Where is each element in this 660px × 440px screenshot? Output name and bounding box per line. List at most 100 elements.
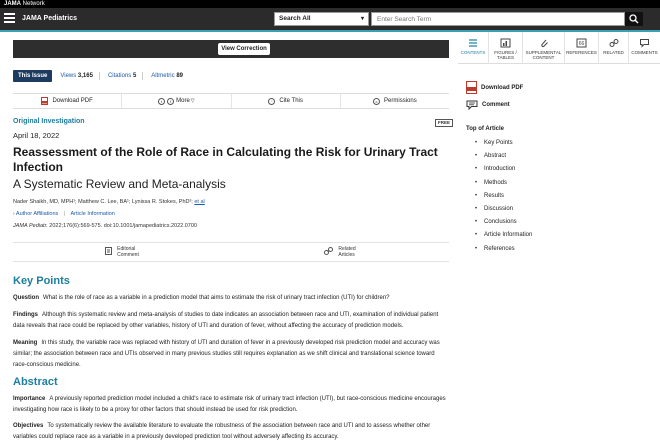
- metrics-row: This Issue Views 3,165 Citations 5 Altme…: [13, 70, 189, 82]
- article-information-link[interactable]: Article Information: [71, 211, 115, 217]
- toc-item-abstract[interactable]: Abstract: [475, 152, 532, 165]
- author-list: Nader Shaikh, MD, MPH¹; Matthew C. Lee, …: [13, 199, 205, 205]
- related-content-row: Editorial Comment Related Articles: [13, 242, 449, 262]
- citation-line: JAMA Pediatr. 2022;176(6):569-575. doi:1…: [13, 223, 197, 229]
- article-toolbar: Download PDF t f More ▽ “ Cite This c Pe…: [13, 93, 449, 109]
- journal-abbrev: JAMA Pediatr.: [13, 223, 48, 229]
- link-icon: [324, 247, 334, 257]
- references-icon: 66: [576, 38, 587, 48]
- separator: |: [63, 211, 66, 217]
- toc-item-key-points[interactable]: Key Points: [475, 139, 532, 152]
- sidebar-download-pdf-button[interactable]: Download PDF: [466, 81, 523, 94]
- more-label: More: [176, 98, 190, 104]
- findings-text: Although this systematic review and meta…: [13, 312, 439, 329]
- correction-banner: View Correction: [13, 40, 449, 58]
- toc-item-conclusions[interactable]: Conclusions: [475, 218, 532, 231]
- free-badge: FREE: [435, 119, 454, 127]
- authors-text: Nader Shaikh, MD, MPH¹; Matthew C. Lee, …: [13, 199, 193, 205]
- citation-details: 2022;176(6):569-575. doi:10.1001/jamaped…: [47, 223, 197, 229]
- key-point-findings: Findings Although this systematic review …: [13, 310, 449, 332]
- views-metric[interactable]: Views 3,165: [60, 72, 100, 80]
- tab-supplemental-content[interactable]: SUPPLEMENTAL CONTENT: [522, 32, 564, 64]
- contents-icon: [469, 39, 477, 47]
- search-scope-select[interactable]: Search All ▾: [274, 12, 369, 26]
- meaning-text: In this study, the variable race was rep…: [13, 340, 440, 368]
- article-title: Reassessment of the Role of Race in Calc…: [13, 145, 438, 174]
- abstract-importance: Importance A previously reported predicti…: [13, 394, 449, 416]
- copyright-icon: c: [373, 97, 381, 105]
- tab-contents[interactable]: CONTENTS: [458, 32, 488, 64]
- sidebar-comment-label: Comment: [482, 102, 510, 108]
- permissions-button[interactable]: c Permissions: [341, 94, 449, 108]
- sidebar-download-pdf-label: Download PDF: [481, 84, 524, 91]
- citations-label: Citations: [107, 73, 132, 79]
- related-articles-link[interactable]: Related Articles: [231, 243, 449, 261]
- comment-icon: [466, 100, 478, 110]
- importance-label: Importance: [13, 396, 46, 402]
- altmetric-value: 89: [176, 73, 183, 79]
- key-point-meaning: Meaning In this study, the variable race …: [13, 338, 449, 371]
- tab-figures-tables[interactable]: FIGURES / TABLES: [488, 32, 522, 64]
- author-affiliations-link[interactable]: Author Affiliations: [16, 211, 58, 217]
- related-icon: [609, 39, 618, 47]
- chevron-right-icon: ›: [13, 211, 15, 217]
- toc-item-references[interactable]: References: [475, 245, 532, 258]
- search-icon: [629, 14, 639, 24]
- toc-item-introduction[interactable]: Introduction: [475, 165, 532, 178]
- network-brand: JAMA: [4, 1, 22, 7]
- search-input[interactable]: [371, 12, 625, 26]
- tab-references[interactable]: 66 REFERENCES: [564, 32, 598, 64]
- quote-icon: “: [268, 97, 276, 105]
- pdf-icon: [41, 97, 49, 105]
- tab-comments[interactable]: COMMENTS: [628, 32, 660, 64]
- affiliations-row: › Author Affiliations | Article Informat…: [13, 211, 115, 217]
- sidebar-comment-button[interactable]: Comment: [466, 100, 510, 110]
- this-issue-tab[interactable]: This Issue: [13, 70, 53, 82]
- search-button[interactable]: [625, 12, 643, 26]
- views-label: Views: [60, 73, 77, 79]
- toc-item-article-information[interactable]: Article Information: [475, 231, 532, 244]
- permissions-label: Permissions: [384, 98, 417, 104]
- tab-figures-label-2: TABLES: [497, 55, 514, 60]
- findings-label: Findings: [13, 312, 38, 318]
- comments-icon: [640, 39, 649, 48]
- network-suffix: Network: [21, 1, 45, 7]
- toc-item-discussion[interactable]: Discussion: [475, 205, 532, 218]
- editorial-comment-link[interactable]: Editorial Comment: [13, 243, 231, 261]
- view-correction-button[interactable]: View Correction: [218, 43, 270, 55]
- document-icon: [105, 247, 113, 257]
- network-bar[interactable]: JAMA Network: [0, 0, 660, 8]
- tab-contents-label: CONTENTS: [460, 50, 486, 55]
- cite-this-button[interactable]: “ Cite This: [232, 94, 341, 108]
- tab-references-label: REFERENCES: [566, 50, 597, 55]
- editorial-label-2: Comment: [117, 252, 139, 258]
- svg-text:66: 66: [579, 41, 585, 47]
- et-al-link[interactable]: et al: [194, 199, 204, 205]
- altmetric-metric[interactable]: Altmetric 89: [151, 72, 189, 80]
- paperclip-icon: [540, 39, 548, 48]
- key-points-heading: Key Points: [13, 275, 70, 287]
- views-value: 3,165: [77, 73, 93, 79]
- altmetric-label: Altmetric: [151, 73, 175, 79]
- toc-item-methods[interactable]: Methods: [475, 179, 532, 192]
- twitter-icon[interactable]: t: [158, 97, 166, 105]
- menu-icon[interactable]: [4, 13, 15, 24]
- toc-item-results[interactable]: Results: [475, 192, 532, 205]
- tab-supplemental-label-2: CONTENT: [532, 55, 555, 60]
- download-pdf-label: Download PDF: [52, 98, 93, 104]
- related-label-2: Articles: [338, 252, 355, 258]
- toc-title: Top of Article: [466, 126, 504, 132]
- importance-text: A previously reported prediction model i…: [13, 396, 446, 413]
- article-type[interactable]: Original Investigation: [13, 118, 85, 125]
- journal-logo[interactable]: JAMA Pediatrics: [22, 14, 77, 24]
- chevron-down-icon: ▽: [190, 98, 195, 104]
- facebook-icon[interactable]: f: [167, 97, 175, 105]
- key-point-question: Question What is the role of race as a va…: [13, 293, 449, 304]
- more-share-button[interactable]: t f More ▽: [122, 94, 232, 108]
- abstract-objectives: Objectives To systematically review the a…: [13, 421, 449, 440]
- citations-metric[interactable]: Citations 5: [107, 72, 144, 80]
- tab-related[interactable]: RELATED: [598, 32, 628, 64]
- download-pdf-button[interactable]: Download PDF: [13, 94, 123, 108]
- cite-this-label: Cite This: [279, 98, 303, 104]
- objectives-label: Objectives: [13, 423, 44, 429]
